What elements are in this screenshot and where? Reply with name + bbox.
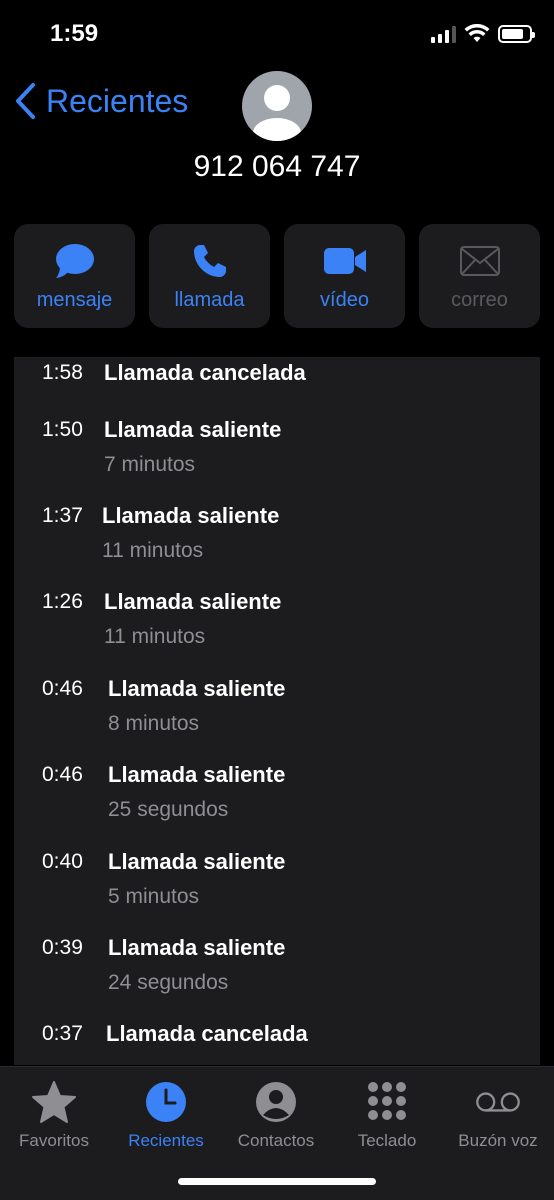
chevron-left-icon (16, 83, 35, 119)
call-duration: 5 minutos (108, 885, 200, 908)
video-icon (323, 247, 366, 274)
contact-avatar (242, 71, 312, 141)
call-label: llamada (174, 288, 245, 311)
call-time: 0:46 (42, 677, 83, 700)
message-button[interactable]: mensaje (14, 224, 135, 328)
call-type: Llamada saliente (108, 849, 286, 874)
video-label: vídeo (320, 288, 369, 311)
call-time: 0:46 (42, 763, 83, 786)
call-type: Llamada saliente (104, 417, 282, 442)
clock-icon (146, 1082, 186, 1122)
call-time: 1:26 (42, 590, 83, 613)
phone-icon (193, 244, 226, 277)
mail-icon (459, 245, 500, 276)
call-type: Llamada cancelada (104, 360, 306, 385)
call-duration: 24 segundos (108, 971, 229, 994)
action-buttons: mensaje llamada vídeo correo (14, 224, 540, 328)
tab-recientes[interactable]: Recientes (106, 1079, 226, 1151)
contact-icon (256, 1082, 296, 1122)
mail-button[interactable]: correo (419, 224, 540, 328)
call-history-list[interactable]: 1:58 Llamada cancelada 1:50 Llamada sali… (14, 357, 540, 1065)
status-bar: 1:59 (0, 0, 554, 70)
tab-label: Teclado (357, 1131, 417, 1150)
status-time: 1:59 (50, 20, 99, 47)
mail-label: correo (451, 288, 508, 311)
call-button[interactable]: llamada (149, 224, 270, 328)
call-duration: 8 minutos (108, 712, 200, 735)
call-time: 0:39 (42, 936, 83, 959)
call-duration: 7 minutos (104, 453, 196, 476)
tab-label: Contactos (237, 1131, 315, 1150)
call-type: Llamada saliente (108, 762, 286, 787)
back-label: Recientes (46, 82, 189, 119)
call-type: Llamada saliente (108, 676, 286, 701)
call-type: Llamada cancelada (106, 1021, 308, 1046)
call-duration: 11 minutos (104, 625, 206, 648)
call-type: Llamada saliente (102, 503, 280, 528)
call-type: Llamada saliente (104, 589, 282, 614)
message-icon (55, 243, 94, 278)
cellular-signal-icon (431, 25, 456, 43)
battery-icon (498, 25, 535, 43)
call-time: 1:58 (42, 361, 83, 384)
tab-label: Buzón voz (458, 1131, 538, 1150)
call-time: 0:40 (42, 850, 83, 873)
call-time: 0:37 (42, 1022, 83, 1045)
tab-label: Recientes (128, 1131, 204, 1150)
status-icons (431, 24, 535, 44)
tab-label: Favoritos (19, 1131, 89, 1150)
call-type: Llamada saliente (108, 935, 286, 960)
tab-favoritos[interactable]: Favoritos (0, 1079, 114, 1151)
home-indicator[interactable] (178, 1178, 376, 1185)
video-button[interactable]: vídeo (284, 224, 405, 328)
person-icon (253, 85, 301, 141)
message-label: mensaje (36, 288, 113, 311)
wifi-icon (464, 24, 490, 42)
call-time: 1:37 (42, 504, 83, 527)
tab-buzon-voz[interactable]: Buzón voz (438, 1079, 554, 1151)
call-duration: 11 minutos (102, 539, 204, 562)
back-button[interactable]: Recientes (14, 82, 188, 120)
star-icon (32, 1081, 76, 1123)
tab-teclado[interactable]: Teclado (327, 1079, 447, 1151)
tab-contactos[interactable]: Contactos (216, 1079, 336, 1151)
keypad-icon (368, 1082, 406, 1120)
call-duration: 25 segundos (108, 798, 229, 821)
call-time: 1:50 (42, 418, 83, 441)
phone-number: 912 064 747 (193, 150, 361, 183)
voicemail-icon (476, 1092, 520, 1112)
